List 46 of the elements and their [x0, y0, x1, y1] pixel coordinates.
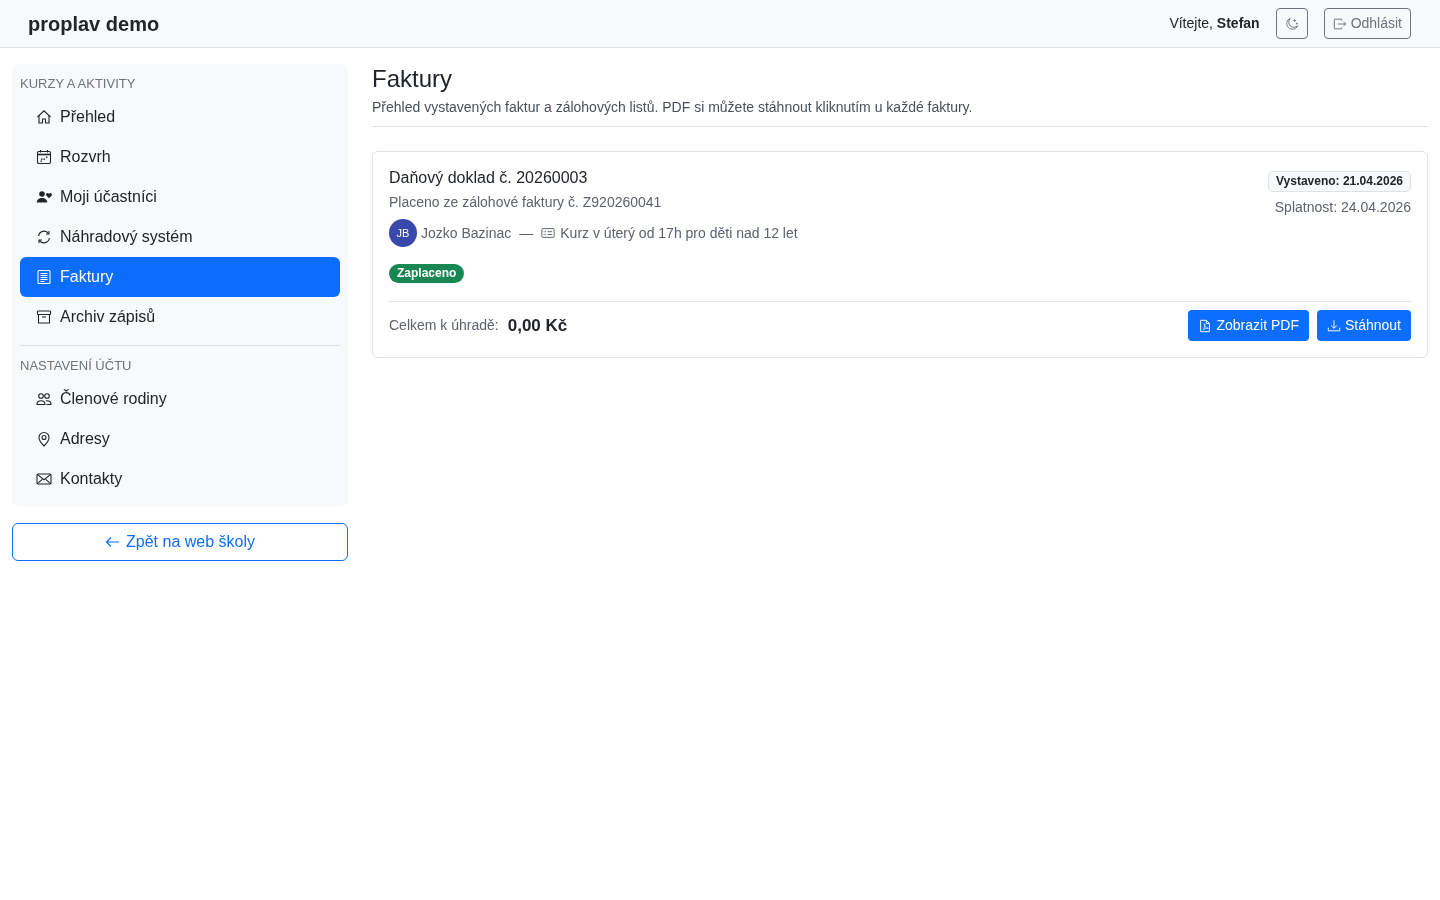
moon-stars-icon — [1284, 16, 1299, 31]
sidebar-item[interactable]: Kontakty — [20, 459, 340, 499]
archive-box-icon — [36, 309, 52, 325]
logout-button[interactable]: Odhlásit — [1323, 8, 1411, 39]
pdf-file-icon — [1198, 318, 1213, 333]
sidebar-item[interactable]: Náhradový systém — [20, 217, 340, 257]
sidebar-item[interactable]: Rozvrh — [20, 137, 340, 177]
sidebar-item[interactable]: Adresy — [20, 419, 340, 459]
page-description: Přehled vystavených faktur a zálohových listů. PDF si můžete stáhnout kliknutím u každé faktury. — [372, 98, 974, 117]
theme-toggle-button[interactable] — [1275, 8, 1308, 39]
section-heading: KURZY A AKTIVITY — [20, 75, 137, 93]
calendar-icon — [36, 149, 52, 165]
sidebar-item[interactable]: Faktury — [20, 257, 340, 297]
brand-name[interactable]: proplav demo — [28, 11, 160, 36]
person-heart-icon — [36, 189, 52, 205]
back-link-button[interactable]: Zpět na web školy — [12, 523, 348, 561]
download-icon — [1326, 318, 1341, 333]
document-lines-icon — [36, 269, 52, 285]
exit-arrow-icon — [1332, 16, 1347, 31]
participant-name: Jozko Bazinac — [421, 223, 512, 243]
sidebar-item[interactable]: Moji účastníci — [20, 177, 340, 217]
sidebar-item[interactable]: Členové rodiny — [20, 379, 340, 419]
course-name: Kurz v úterý od 17h pro děti nad 12 let — [560, 223, 798, 243]
checklist-card-icon — [541, 226, 556, 240]
envelope-icon — [36, 471, 52, 487]
invoice-subtitle: Placeno ze zálohové faktury č. Z920260041 — [389, 193, 663, 212]
people-icon — [36, 391, 52, 407]
greeting-text: Vítejte, Stefan — [1169, 14, 1260, 33]
due-date: Splatnost: 24.04.2026 — [1274, 198, 1411, 217]
total-label: Celkem k úhradě: — [389, 316, 499, 335]
arrow-left-icon — [105, 536, 120, 548]
separator-dash: — — [519, 223, 534, 243]
issued-date-badge: Vystaveno: 21.04.2026 — [1268, 171, 1411, 192]
avatar: JB — [389, 219, 417, 247]
map-pin-icon — [36, 431, 52, 447]
sidebar-item[interactable]: Archiv zápisů — [20, 297, 340, 337]
invoice-title: Daňový doklad č. 20260003 — [389, 168, 589, 188]
view-pdf-button[interactable]: Zobrazit PDF — [1188, 310, 1309, 341]
sidebar-item[interactable]: Přehled — [20, 97, 340, 137]
status-badge: Zaplaceno — [389, 264, 465, 283]
page-title: Faktury — [372, 64, 453, 93]
cycle-arrows-icon — [36, 229, 52, 245]
home-icon — [36, 109, 52, 125]
download-button[interactable]: Stáhnout — [1316, 310, 1411, 341]
section-heading: NASTAVENÍ ÚČTU — [20, 357, 133, 375]
total-amount: 0,00 Kč — [507, 314, 568, 337]
